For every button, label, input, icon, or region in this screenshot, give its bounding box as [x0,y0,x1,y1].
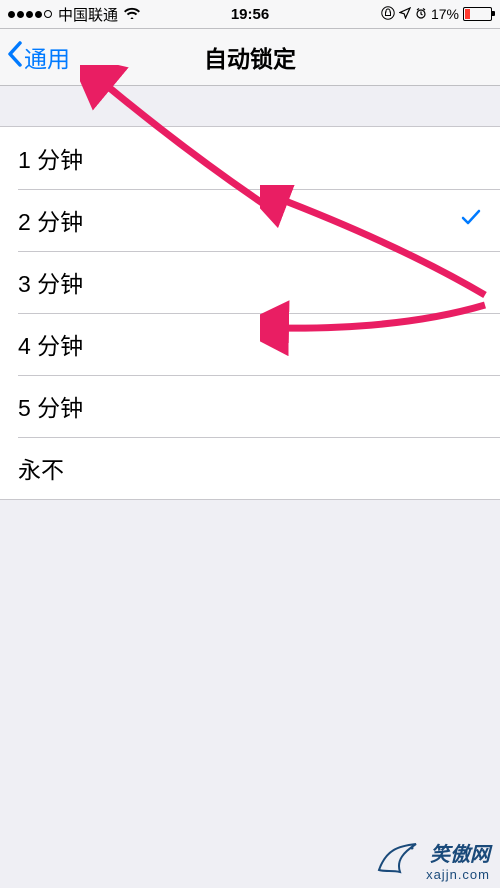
autolock-option-2min[interactable]: 2 分钟 [0,189,500,251]
wifi-icon [124,6,140,23]
option-label: 4 分钟 [18,327,83,361]
watermark-url: xajjn.com [426,867,490,882]
autolock-option-5min[interactable]: 5 分钟 [0,375,500,437]
option-label: 5 分钟 [18,389,83,423]
checkmark-icon [460,206,482,234]
status-time: 19:56 [231,6,269,23]
watermark: 笑傲网 xajjn.com [376,838,490,882]
option-label: 1 分钟 [18,141,83,175]
alarm-icon [415,6,427,22]
carrier-label: 中国联通 [58,4,118,25]
autolock-option-never[interactable]: 永不 [0,437,500,499]
battery-percent: 17% [431,6,459,22]
battery-icon [463,7,492,21]
back-label: 通用 [24,40,70,74]
status-left: 中国联通 [8,4,140,25]
watermark-name: 笑傲网 [426,838,490,867]
autolock-option-4min[interactable]: 4 分钟 [0,313,500,375]
status-right: 17% [381,6,492,23]
option-label: 永不 [18,451,64,485]
option-label: 2 分钟 [18,203,83,237]
location-icon [399,6,411,22]
autolock-option-3min[interactable]: 3 分钟 [0,251,500,313]
back-button[interactable]: 通用 [0,40,70,74]
autolock-options-group: 1 分钟 2 分钟 3 分钟 4 分钟 5 分钟 永不 [0,126,500,500]
page-title: 自动锁定 [204,40,296,74]
navigation-bar: 通用 自动锁定 [0,29,500,86]
orientation-lock-icon [381,6,395,23]
option-label: 3 分钟 [18,265,83,299]
status-bar: 中国联通 19:56 17% [0,0,500,29]
autolock-option-1min[interactable]: 1 分钟 [0,127,500,189]
watermark-logo-icon [376,840,420,881]
chevron-left-icon [6,40,24,74]
signal-strength-icon [8,10,52,18]
